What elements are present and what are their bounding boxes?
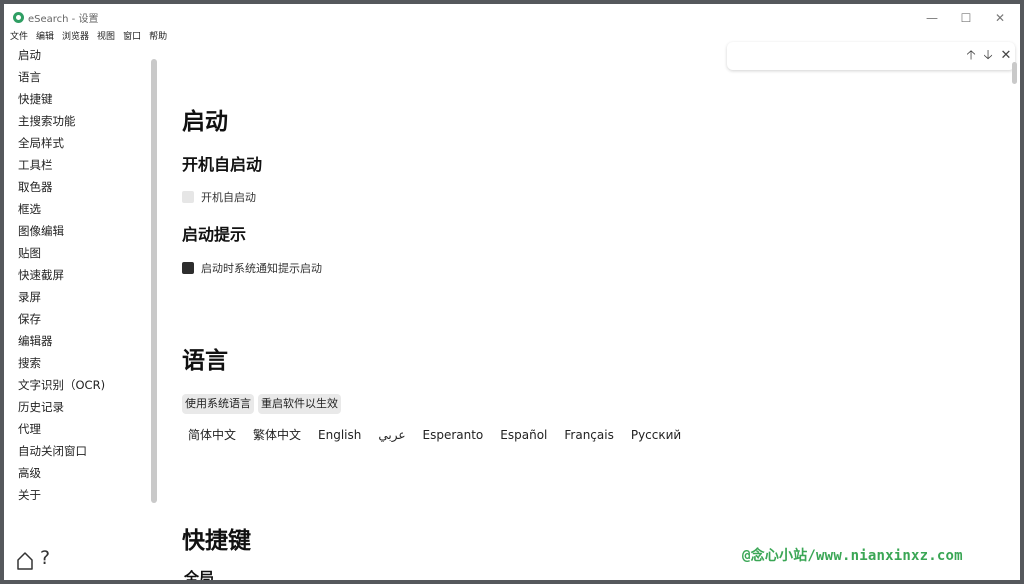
home-icon[interactable]	[16, 551, 34, 571]
window-title: eSearch - 设置	[28, 14, 99, 25]
menu-file[interactable]: 文件	[10, 31, 28, 47]
lang-option-esperanto[interactable]: Esperanto	[423, 427, 484, 443]
settings-window: eSearch - 设置 — ☐ ✕ 文件 编辑 浏览器 视图 窗口 帮助 启动…	[4, 4, 1020, 580]
sidebar-item-ocr[interactable]: 文字识别（OCR)	[18, 377, 105, 399]
language-button-row: 使用系统语言 重启软件以生效	[182, 394, 345, 414]
autostart-label: 开机自启动	[201, 191, 256, 204]
sidebar-item-selection[interactable]: 框选	[18, 201, 105, 223]
sidebar-scrollbar[interactable]	[151, 59, 157, 503]
watermark-text: @念心小站/www.nianxinxz.com	[742, 548, 963, 564]
sidebar-item-toolbar[interactable]: 工具栏	[18, 157, 105, 179]
settings-sidebar: 启动 语言 快捷键 主搜索功能 全局样式 工具栏 取色器 框选 图像编辑 贴图 …	[4, 47, 164, 580]
sidebar-item-pin[interactable]: 贴图	[18, 245, 105, 267]
sidebar-item-quick-capture[interactable]: 快速截屏	[18, 267, 105, 289]
section-title-shortcuts: 快捷键	[182, 528, 251, 554]
close-icon[interactable]: ✕	[998, 48, 1014, 64]
sidebar-item-advanced[interactable]: 高级	[18, 465, 105, 487]
sidebar-item-shortcuts[interactable]: 快捷键	[18, 91, 105, 113]
sidebar-item-startup[interactable]: 启动	[18, 47, 105, 69]
help-icon[interactable]: ?	[40, 547, 50, 569]
global-shortcuts-heading: 全局	[184, 569, 215, 580]
startup-tip-label: 启动时系统通知提示启动	[201, 262, 322, 275]
lang-option-english[interactable]: English	[318, 427, 361, 443]
minimize-button[interactable]: —	[917, 8, 947, 28]
lang-option-french[interactable]: Français	[564, 427, 613, 443]
close-button[interactable]: ✕	[985, 8, 1015, 28]
title-bar: eSearch - 设置 — ☐ ✕	[4, 4, 1020, 31]
sidebar-item-proxy[interactable]: 代理	[18, 421, 105, 443]
autostart-option[interactable]: 开机自启动	[182, 189, 256, 205]
use-system-language-button[interactable]: 使用系统语言	[182, 394, 254, 414]
lang-option-zh-hans[interactable]: 简体中文	[188, 427, 236, 443]
lang-option-arabic[interactable]: عربي	[378, 427, 405, 443]
sidebar-item-language[interactable]: 语言	[18, 69, 105, 91]
sidebar-item-history[interactable]: 历史记录	[18, 399, 105, 421]
autostart-checkbox[interactable]	[182, 191, 194, 203]
sidebar-item-global-style[interactable]: 全局样式	[18, 135, 105, 157]
menu-window[interactable]: 窗口	[123, 31, 141, 47]
menu-view[interactable]: 视图	[97, 31, 115, 47]
sidebar-item-editor[interactable]: 编辑器	[18, 333, 105, 355]
startup-tip-checkbox[interactable]	[182, 262, 194, 274]
language-options: 简体中文 繁体中文 English عربي Esperanto Español…	[188, 427, 698, 443]
autostart-heading: 开机自启动	[182, 155, 263, 174]
sidebar-item-search[interactable]: 搜索	[18, 355, 105, 377]
settings-content: 启动 开机自启动 开机自启动 启动提示 启动时系统通知提示启动 语言 使用系统语…	[164, 47, 1020, 580]
sidebar-item-recording[interactable]: 录屏	[18, 289, 105, 311]
sidebar-item-save[interactable]: 保存	[18, 311, 105, 333]
arrow-down-icon[interactable]: 🡣	[980, 48, 996, 64]
menu-browser[interactable]: 浏览器	[62, 31, 89, 47]
maximize-button[interactable]: ☐	[951, 8, 981, 28]
app-logo-icon	[13, 12, 24, 23]
find-bar: 🡡 🡣 ✕	[727, 42, 1015, 70]
sidebar-item-about[interactable]: 关于	[18, 487, 105, 509]
section-title-startup: 启动	[182, 109, 228, 135]
sidebar-nav: 启动 语言 快捷键 主搜索功能 全局样式 工具栏 取色器 框选 图像编辑 贴图 …	[18, 47, 105, 509]
restart-to-apply-button[interactable]: 重启软件以生效	[258, 394, 341, 414]
arrow-up-icon[interactable]: 🡡	[963, 48, 979, 64]
menu-edit[interactable]: 编辑	[36, 31, 54, 47]
sidebar-item-main-search[interactable]: 主搜索功能	[18, 113, 105, 135]
lang-option-russian[interactable]: Русский	[631, 427, 681, 443]
lang-option-zh-hant[interactable]: 繁体中文	[253, 427, 301, 443]
lang-option-spanish[interactable]: Español	[500, 427, 547, 443]
sidebar-item-auto-close[interactable]: 自动关闭窗口	[18, 443, 105, 465]
content-scrollbar[interactable]	[1012, 62, 1017, 84]
startup-tip-heading: 启动提示	[182, 225, 247, 244]
menu-help[interactable]: 帮助	[149, 31, 167, 47]
sidebar-item-image-edit[interactable]: 图像编辑	[18, 223, 105, 245]
section-title-language: 语言	[182, 348, 228, 374]
startup-tip-option[interactable]: 启动时系统通知提示启动	[182, 260, 322, 276]
sidebar-item-color-picker[interactable]: 取色器	[18, 179, 105, 201]
